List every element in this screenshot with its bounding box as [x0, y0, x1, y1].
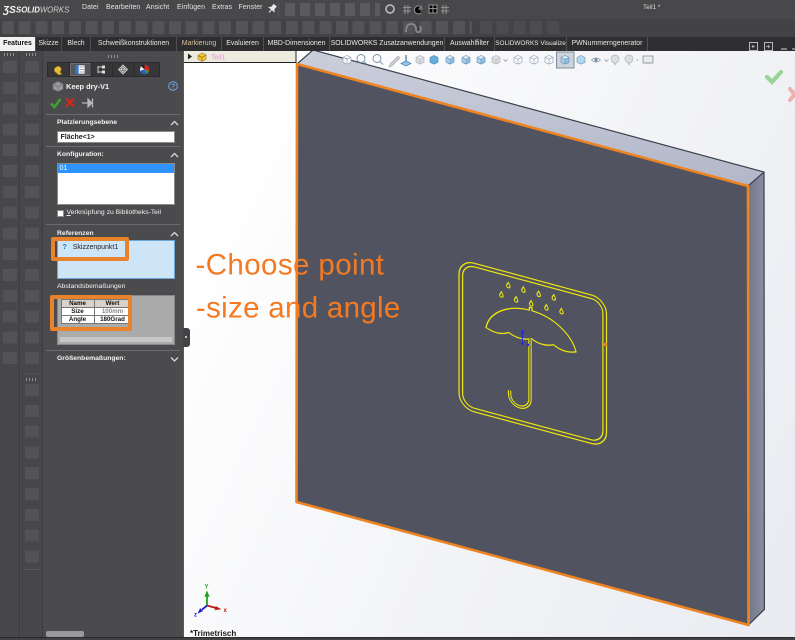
svg-text:?: ? — [171, 83, 175, 90]
svg-text:Teil1: Teil1 — [211, 55, 226, 62]
svg-text:SOLIDWORKS: SOLIDWORKS — [16, 6, 70, 15]
svg-text:Y: Y — [205, 585, 209, 591]
svg-text:z: z — [194, 613, 197, 619]
svg-text:-Choose point: -Choose point — [196, 249, 385, 282]
svg-text:ƷS: ƷS — [3, 5, 16, 16]
svg-text:x: x — [224, 608, 228, 614]
svg-text:-size and angle: -size and angle — [196, 292, 401, 325]
svg-text:*Trimetrisch: *Trimetrisch — [190, 629, 236, 637]
